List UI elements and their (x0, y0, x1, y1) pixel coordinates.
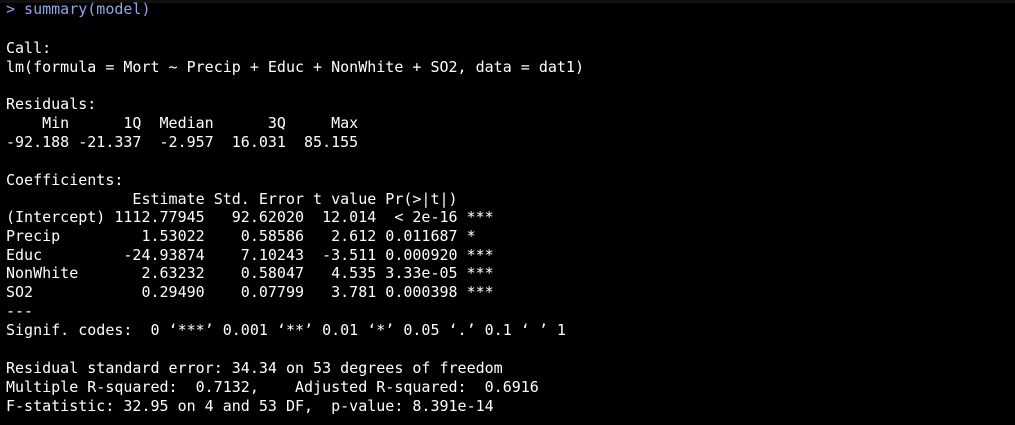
console-top-edge (0, 0, 1015, 3)
r-squared-line: Multiple R-squared: 0.7132, Adjusted R-s… (6, 378, 548, 396)
coefficient-row-educ: Educ -24.93874 7.10243 -3.511 0.000920 *… (6, 246, 494, 264)
command-line: > summary(model) (6, 0, 151, 18)
signif-codes-line: Signif. codes: 0 ‘***’ 0.001 ‘**’ 0.01 ‘… (6, 321, 566, 339)
coefficient-row-nonwhite: NonWhite 2.63232 0.58047 4.535 3.33e-05 … (6, 264, 494, 282)
coefficients-heading: Coefficients: (6, 171, 124, 189)
residual-std-error-line: Residual standard error: 34.34 on 53 deg… (6, 359, 503, 377)
separator-line: --- (6, 302, 34, 320)
residuals-heading: Residuals: (6, 95, 97, 113)
coefficient-row-precip: Precip 1.53022 0.58586 2.612 0.011687 * (6, 227, 494, 245)
call-formula: lm(formula = Mort ~ Precip + Educ + NonW… (6, 58, 584, 76)
residuals-header-row: Min 1Q Median 3Q Max (6, 114, 368, 132)
coefficients-header-row: Estimate Std. Error t value Pr(>|t|) (6, 190, 494, 208)
residuals-values-row: -92.188 -21.337 -2.957 16.031 85.155 (6, 133, 368, 151)
coefficient-row-so2: SO2 0.29490 0.07799 3.781 0.000398 *** (6, 283, 494, 301)
coefficient-row-intercept: (Intercept) 1112.77945 92.62020 12.014 <… (6, 208, 494, 226)
call-heading: Call: (6, 39, 52, 57)
r-console[interactable]: > summary(model) Call: lm(formula = Mort… (0, 0, 1015, 425)
f-statistic-line: F-statistic: 32.95 on 4 and 53 DF, p-val… (6, 397, 494, 415)
